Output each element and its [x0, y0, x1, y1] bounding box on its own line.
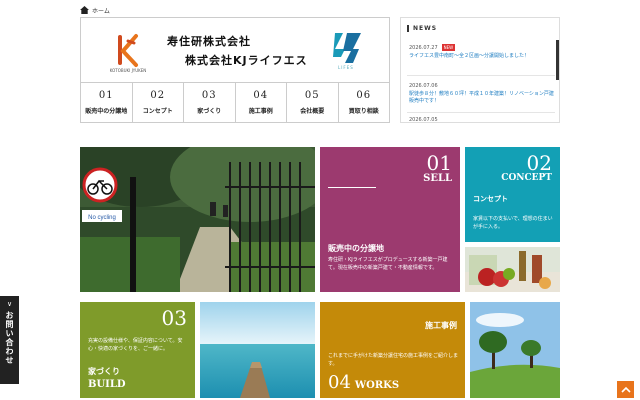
news-panel: NEWS 2026.07.27 NEW ライフエス豊中南町～全２区画～分譲開始し…: [400, 17, 560, 123]
nav-item-concept[interactable]: 02 コンセプト: [133, 83, 184, 122]
news-link[interactable]: 駅徒歩８分！敷地６０坪！平成１０年建築！リノベーション戸建販売中です！: [409, 91, 554, 105]
tile-word: SELL: [423, 173, 452, 184]
kotobuki-logo-text: KOTOBUKI JYUKEN: [109, 68, 147, 73]
tile-rule: [328, 187, 376, 188]
breadcrumb: ホーム: [80, 4, 110, 16]
works-tile[interactable]: 施工事例 これまでに手がけた新築分譲住宅の施工事例をご紹介します。 04 WOR…: [320, 302, 465, 398]
nav-num: 02: [150, 90, 166, 101]
tile-description: 充実の設備仕様や、保証内容について。安心・快適の家づくりを、ご一緒に。: [88, 338, 183, 352]
nav-label: 販売中の分譲地: [85, 108, 128, 115]
tile-number: 01: [426, 151, 452, 175]
new-badge: NEW: [441, 44, 456, 51]
nav-item-sell[interactable]: 01 販売中の分譲地: [81, 83, 133, 122]
tile-word: BUILD: [88, 379, 126, 390]
news-item[interactable]: 2026.07.06 駅徒歩８分！敷地６０坪！平成１０年建築！リノベーション戸建…: [409, 83, 554, 105]
company-name-1: 寿住研株式会社: [167, 35, 251, 48]
nav-num: 03: [201, 90, 217, 101]
tile-title: 販売中の分譲地: [328, 244, 384, 253]
tile-title: コンセプト: [473, 195, 508, 203]
fruit-photo: [465, 247, 560, 292]
nav-item-works[interactable]: 04 施工事例: [236, 83, 287, 122]
trees-photo: [470, 302, 560, 398]
concept-tile[interactable]: 02 CONCEPT コンセプト 家賃以下の支払いで、理想の住まいが手に入る。: [465, 147, 560, 242]
site-header: KOTOBUKI JYUKEN 寿住研株式会社 株式会社KJライフエス LIFE…: [80, 17, 390, 123]
home-icon[interactable]: [80, 6, 89, 14]
news-scrollbar[interactable]: [556, 40, 559, 80]
news-heading: NEWS: [407, 25, 437, 32]
contact-label: お問い合わせ: [5, 311, 14, 365]
nav-item-purchase[interactable]: 06 買取り相談: [339, 83, 390, 122]
nav-num: 01: [98, 90, 114, 101]
news-date: 2026.07.06: [409, 83, 438, 89]
nav-item-company[interactable]: 05 会社概要: [287, 83, 339, 122]
nav-label: 会社概要: [300, 108, 325, 115]
tile-description: 家賃以下の支払いで、理想の住まいが手に入る。: [473, 216, 553, 230]
tile-title: 家づくり: [88, 367, 120, 376]
nav-label: 施工事例: [248, 108, 273, 115]
pier-photo: [200, 302, 315, 398]
tile-word: WORKS: [354, 380, 400, 391]
chevron-down-icon: ∨: [6, 300, 13, 308]
nav-num: 06: [356, 90, 372, 101]
company-name-2: 株式会社KJライフエス: [185, 54, 308, 67]
tile-number: 04: [328, 372, 351, 393]
sell-tile[interactable]: 01 SELL 販売中の分譲地 寿住研・KJライフエスがプロデュースする新築一戸…: [320, 147, 460, 292]
page-top-button[interactable]: [617, 381, 634, 398]
tile-word: CONCEPT: [501, 173, 552, 183]
main-nav: 01 販売中の分譲地 02 コンセプト 03 家づくり 04 施工事例 05 会…: [81, 82, 389, 122]
news-date: 2026.07.27: [409, 44, 438, 51]
kotobuki-logo[interactable]: [114, 33, 142, 73]
tile-number: 03: [161, 306, 187, 330]
contact-side-tab[interactable]: ∨ お問い合わせ: [0, 296, 19, 384]
tile-description: 寿住研・KJライフエスがプロデュースする新築一戸建て。現在販売中の新築戸建て・不…: [328, 257, 448, 271]
tile-description: これまでに手がけた新築分譲住宅の施工事例をご紹介します。: [328, 353, 459, 367]
sign-text: No cycling: [88, 215, 116, 221]
chevron-up-icon: [620, 386, 631, 393]
nav-num: 04: [253, 90, 269, 101]
tile-number: 02: [526, 151, 552, 175]
build-tile[interactable]: 03 充実の設備仕様や、保証内容について。安心・快適の家づくりを、ご一緒に。 家…: [80, 302, 195, 398]
nav-label: コンセプト: [142, 108, 173, 115]
news-link[interactable]: ライフエス豊中南町～全２区画～分譲開始しました！: [409, 53, 554, 60]
nav-num: 05: [304, 90, 320, 101]
news-item[interactable]: 2026.07.05: [409, 117, 554, 123]
nav-item-build[interactable]: 03 家づくり: [184, 83, 236, 122]
tile-title: 施工事例: [425, 321, 457, 330]
news-divider: [407, 112, 555, 113]
lifes-logo[interactable]: [331, 31, 365, 65]
news-divider: [407, 75, 555, 76]
breadcrumb-home-link[interactable]: ホーム: [92, 6, 110, 15]
nav-label: 買取り相談: [348, 108, 379, 115]
tile-heading: 04 WORKS: [328, 372, 399, 393]
nav-label: 家づくり: [197, 108, 222, 115]
lifes-logo-text: LIFES: [338, 65, 354, 70]
park-gate-photo: No cycling: [80, 147, 315, 292]
news-item[interactable]: 2026.07.27 NEW ライフエス豊中南町～全２区画～分譲開始しました！: [409, 44, 554, 60]
news-date: 2026.07.05: [409, 117, 438, 123]
